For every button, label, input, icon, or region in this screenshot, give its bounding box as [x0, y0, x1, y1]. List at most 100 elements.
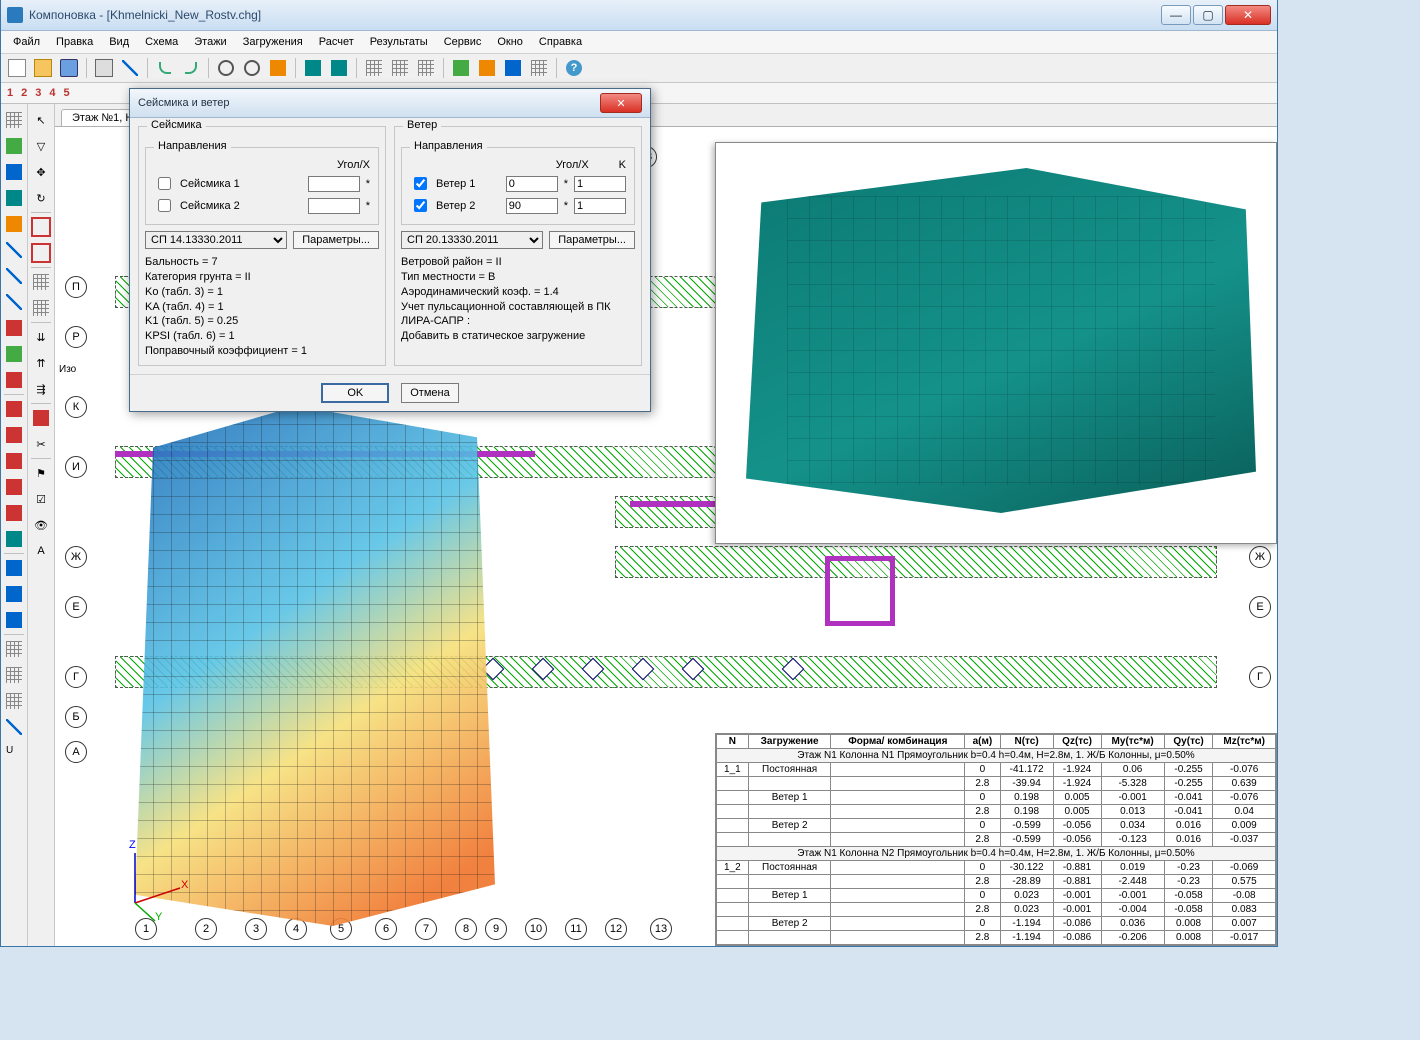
preview-3d-window[interactable]	[715, 142, 1277, 544]
tool-c-button[interactable]	[501, 56, 525, 80]
grid-button[interactable]	[362, 56, 386, 80]
tb1-t2[interactable]	[2, 663, 26, 687]
zoom-fit-button[interactable]	[240, 56, 264, 80]
tb1-r2[interactable]	[2, 423, 26, 447]
eye-button[interactable]: 👁	[29, 513, 53, 537]
tb1-col[interactable]	[2, 134, 26, 158]
results-table[interactable]: NЗагружение Форма/ комбинацияa(м) N(тс)Q…	[715, 733, 1277, 946]
grid2-button[interactable]	[388, 56, 412, 80]
ruler-3[interactable]: 3	[35, 87, 41, 99]
tb1-r5[interactable]	[2, 501, 26, 525]
load-side-button[interactable]: ⇶	[29, 377, 53, 401]
seismic1-checkbox[interactable]	[158, 177, 171, 190]
close-button[interactable]: ✕	[1225, 5, 1271, 25]
tb1-r1[interactable]	[2, 397, 26, 421]
tb1-slab[interactable]	[2, 212, 26, 236]
seismic-params-button[interactable]: Параметры...	[293, 231, 379, 249]
new-button[interactable]	[5, 56, 29, 80]
tb1-r3[interactable]	[2, 449, 26, 473]
tb1-pile[interactable]	[2, 342, 26, 366]
tb1-t3[interactable]	[2, 689, 26, 713]
tb1-r6[interactable]	[2, 527, 26, 551]
grid3-button[interactable]	[414, 56, 438, 80]
tb1-s2[interactable]	[2, 582, 26, 606]
ruler-5[interactable]: 5	[64, 87, 70, 99]
minimize-button[interactable]: —	[1161, 5, 1191, 25]
red-x-button[interactable]	[29, 406, 53, 430]
layers1-button[interactable]	[301, 56, 325, 80]
cursor-button[interactable]: ↖	[29, 108, 53, 132]
tb1-line3[interactable]	[2, 290, 26, 314]
grid-l-button[interactable]	[29, 270, 53, 294]
save-button[interactable]	[57, 56, 81, 80]
tool-a-button[interactable]	[449, 56, 473, 80]
menu-calc[interactable]: Расчет	[311, 34, 362, 50]
rect2-button[interactable]	[29, 241, 53, 265]
wind1-angle-input[interactable]	[506, 176, 558, 192]
load-down-button[interactable]: ⇊	[29, 325, 53, 349]
tool-b-button[interactable]	[475, 56, 499, 80]
move-button[interactable]: ✥	[29, 160, 53, 184]
seismic1-angle-input[interactable]	[308, 176, 360, 192]
wind1-checkbox[interactable]	[414, 177, 427, 190]
ruler-4[interactable]: 4	[49, 87, 55, 99]
tb1-found[interactable]	[2, 316, 26, 340]
undo-button[interactable]	[153, 56, 177, 80]
seismic2-angle-input[interactable]	[308, 198, 360, 214]
help-button[interactable]: ?	[562, 56, 586, 80]
wind2-k-input[interactable]	[574, 198, 626, 214]
tb1-grid[interactable]	[2, 108, 26, 132]
pencil-button[interactable]	[266, 56, 290, 80]
dialog-titlebar[interactable]: Сейсмика и ветер ✕	[130, 89, 650, 118]
rect-sel-button[interactable]	[29, 215, 53, 239]
wind1-k-input[interactable]	[574, 176, 626, 192]
tb1-t5[interactable]: U	[2, 741, 26, 765]
filter-button[interactable]: ▽	[29, 134, 53, 158]
seismic-norm-select[interactable]: СП 14.13330.2011	[145, 231, 287, 249]
tb1-beam[interactable]	[2, 160, 26, 184]
ruler-1[interactable]: 1	[7, 87, 13, 99]
zoom-button[interactable]	[214, 56, 238, 80]
dialog-close-button[interactable]: ✕	[600, 93, 642, 113]
text-button[interactable]: A	[29, 539, 53, 563]
check-button[interactable]: ☑	[29, 487, 53, 511]
redo-button[interactable]	[179, 56, 203, 80]
load-up-button[interactable]: ⇈	[29, 351, 53, 375]
menu-view[interactable]: Вид	[101, 34, 137, 50]
wind2-angle-input[interactable]	[506, 198, 558, 214]
menu-floors[interactable]: Этажи	[186, 34, 234, 50]
tb1-line1[interactable]	[2, 238, 26, 262]
cut2-button[interactable]: ✂	[29, 432, 53, 456]
menu-results[interactable]: Результаты	[362, 34, 436, 50]
tb1-r4[interactable]	[2, 475, 26, 499]
tb1-t4[interactable]	[2, 715, 26, 739]
tb1-wall[interactable]	[2, 186, 26, 210]
wind-norm-select[interactable]: СП 20.13330.2011	[401, 231, 543, 249]
menu-scheme[interactable]: Схема	[137, 34, 186, 50]
tb1-s3[interactable]	[2, 608, 26, 632]
ok-button[interactable]: OK	[321, 383, 389, 403]
tb1-s1[interactable]	[2, 556, 26, 580]
tb1-line2[interactable]	[2, 264, 26, 288]
menu-file[interactable]: Файл	[5, 34, 48, 50]
menu-help[interactable]: Справка	[531, 34, 590, 50]
cancel-button[interactable]: Отмена	[401, 383, 458, 403]
ruler-2[interactable]: 2	[21, 87, 27, 99]
seismic2-checkbox[interactable]	[158, 199, 171, 212]
wind-params-button[interactable]: Параметры...	[549, 231, 635, 249]
print-button[interactable]	[92, 56, 116, 80]
rotate-button[interactable]: ↻	[29, 186, 53, 210]
tool-d-button[interactable]	[527, 56, 551, 80]
open-button[interactable]	[31, 56, 55, 80]
menu-edit[interactable]: Правка	[48, 34, 101, 50]
wind2-checkbox[interactable]	[414, 199, 427, 212]
maximize-button[interactable]: ▢	[1193, 5, 1223, 25]
menu-service[interactable]: Сервис	[436, 34, 490, 50]
menu-loads[interactable]: Загружения	[235, 34, 311, 50]
tb1-t1[interactable]	[2, 637, 26, 661]
menu-window[interactable]: Окно	[489, 34, 531, 50]
cut-button[interactable]	[118, 56, 142, 80]
flag-button[interactable]: ⚑	[29, 461, 53, 485]
layers2-button[interactable]	[327, 56, 351, 80]
grid-r-button[interactable]	[29, 296, 53, 320]
